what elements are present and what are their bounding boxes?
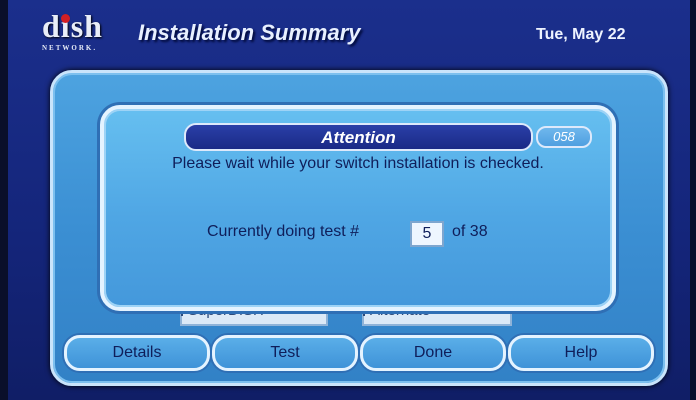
dialog-title: Attention: [321, 128, 396, 147]
total-tests: of 38: [452, 223, 488, 240]
help-button[interactable]: Help: [508, 335, 654, 371]
attention-dialog: Attention 058 Please wait while your swi…: [100, 105, 616, 311]
screen-code-badge: 058: [536, 126, 592, 148]
date-display: Tue, May 22: [536, 26, 626, 43]
dialog-title-bar: Attention: [184, 123, 533, 151]
done-button[interactable]: Done: [360, 335, 506, 371]
details-button[interactable]: Details: [64, 335, 210, 371]
progress-label: Currently doing test #: [207, 223, 360, 240]
test-progress: Currently doing test # 5 of 38: [104, 221, 612, 247]
dialog-message: Please wait while your switch installati…: [172, 155, 544, 172]
page-title: Installation Summary: [138, 20, 361, 45]
test-button[interactable]: Test: [212, 335, 358, 371]
dish-network-logo: dish NETWORK.: [42, 8, 120, 56]
logo-wordmark: dish: [42, 8, 103, 44]
current-test-number: 5: [410, 221, 444, 247]
logo-subtext: NETWORK.: [42, 44, 98, 52]
logo-red-dot: [61, 14, 70, 23]
header: dish NETWORK. Installation Summary Tue, …: [8, 0, 690, 64]
